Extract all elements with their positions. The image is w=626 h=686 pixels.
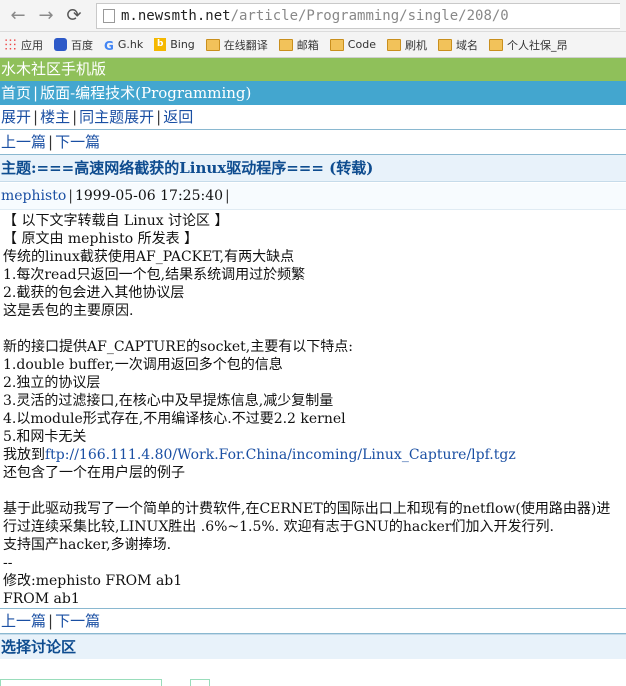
prev-article-link[interactable]: 上一篇 — [1, 612, 46, 630]
separator: | — [33, 108, 39, 126]
bookmark-label: Code — [347, 38, 376, 51]
breadcrumb: 首页 | 版面-编程技术(Programming) — [0, 81, 626, 105]
folder-icon — [437, 38, 452, 51]
next-article-link[interactable]: 下一篇 — [55, 612, 100, 630]
bookmark-label: 个人社保_昂 — [506, 38, 568, 52]
separator: | — [68, 188, 73, 204]
select-board-heading: 选择讨论区 — [0, 634, 626, 659]
bookmark-label: 百度 — [71, 38, 93, 52]
bookmark-folder-insurance[interactable]: 个人社保_昂 — [488, 37, 568, 53]
post-text-before-link: 【 以下文字转载自 Linux 讨论区 】 【 原文由 mephisto 所发表… — [3, 213, 353, 463]
post-timestamp: 1999-05-06 17:25:40 — [74, 188, 224, 204]
action-links: 展开 | 楼主 | 同主题展开 | 返回 — [0, 105, 626, 130]
breadcrumb-board-link[interactable]: 版面-编程技术(Programming) — [40, 84, 251, 102]
expand-link[interactable]: 展开 — [1, 108, 31, 126]
bookmark-folder-domain[interactable]: 域名 — [437, 37, 478, 53]
bookmark-label: G.hk — [117, 38, 144, 51]
separator: | — [156, 108, 162, 126]
separator: | — [72, 108, 78, 126]
forward-arrow-icon[interactable]: → — [34, 4, 58, 28]
reload-icon[interactable]: ⟳ — [62, 4, 86, 28]
bookmark-google[interactable]: G G.hk — [104, 38, 144, 53]
google-icon: G — [104, 38, 114, 53]
back-arrow-icon[interactable]: ← — [6, 4, 30, 28]
folder-icon — [386, 38, 401, 51]
bing-icon: b — [154, 38, 167, 51]
ftp-link[interactable]: ftp://166.111.4.80/Work.For.China/incomi… — [45, 447, 516, 463]
bookmark-apps[interactable]: 应用 — [4, 37, 43, 53]
separator: | — [48, 612, 54, 630]
bookmark-label: 刷机 — [404, 38, 427, 52]
baidu-paw-icon — [54, 38, 67, 51]
bookmark-label: 域名 — [455, 38, 478, 52]
address-bar[interactable]: m.newsmth.net/article/Programming/single… — [96, 2, 620, 29]
bookmark-label: 邮箱 — [296, 38, 319, 52]
bookmark-bing[interactable]: b Bing — [154, 38, 195, 51]
breadcrumb-home-link[interactable]: 首页 — [1, 84, 31, 102]
author-link[interactable]: mephisto — [1, 188, 66, 204]
bookmark-label: 在线翻译 — [223, 38, 268, 52]
back-link[interactable]: 返回 — [163, 108, 193, 126]
breadcrumb-separator: | — [33, 84, 39, 102]
pager-bottom: 上一篇 | 下一篇 — [0, 608, 626, 634]
folder-icon — [329, 38, 344, 51]
bookmark-folder-mail[interactable]: 邮箱 — [278, 37, 319, 53]
site-title: 水木社区手机版 — [0, 58, 626, 81]
page-icon — [103, 8, 115, 23]
browser-toolbar: ← → ⟳ m.newsmth.net/article/Programming/… — [0, 0, 626, 32]
floor-owner-link[interactable]: 楼主 — [40, 108, 70, 126]
bookmark-baidu[interactable]: 百度 — [54, 37, 93, 53]
bookmark-folder-code[interactable]: Code — [329, 38, 376, 51]
folder-icon — [205, 38, 220, 51]
bookmark-folder-translate[interactable]: 在线翻译 — [205, 37, 268, 53]
separator: | — [225, 188, 230, 204]
bookmark-label: Bing — [170, 38, 195, 51]
post-body: 【 以下文字转载自 Linux 讨论区 】 【 原文由 mephisto 所发表… — [0, 210, 626, 608]
same-topic-expand-link[interactable]: 同主题展开 — [79, 108, 154, 126]
apps-grid-icon — [4, 38, 17, 51]
url-path: /article/Programming/single/208/0 — [230, 7, 509, 24]
post-meta: mephisto | 1999-05-06 17:25:40 | — [0, 183, 626, 210]
next-article-link[interactable]: 下一篇 — [55, 133, 100, 151]
separator: | — [48, 133, 54, 151]
bookmarks-bar: 应用 百度 G G.hk b Bing 在线翻译 邮箱 Code 刷机 域名 个… — [0, 32, 626, 58]
folder-icon — [278, 38, 293, 51]
bookmark-label: 应用 — [21, 38, 43, 52]
topic-title: 主题:===高速网络截获的Linux驱动程序=== (转载) — [0, 155, 626, 182]
post-text-after-link: 还包含了一个在用户层的例子 基于此驱动我写了一个简单的计费软件,在CERNET的… — [3, 465, 611, 607]
pager-top: 上一篇 | 下一篇 — [0, 130, 626, 155]
url-host: m.newsmth.net — [121, 7, 231, 24]
prev-article-link[interactable]: 上一篇 — [1, 133, 46, 151]
folder-icon — [488, 38, 503, 51]
bookmark-folder-flash[interactable]: 刷机 — [386, 37, 427, 53]
